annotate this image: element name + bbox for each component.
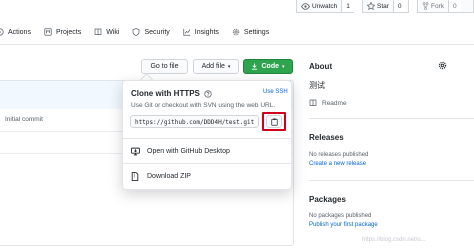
- tab-projects-label: Projects: [55, 28, 82, 36]
- packages-none: No packages published: [309, 213, 372, 219]
- star-count: 0: [392, 0, 406, 12]
- dropdown-divider: [123, 163, 291, 164]
- download-icon: [252, 63, 258, 70]
- tab-projects[interactable]: Projects: [44, 28, 81, 36]
- clone-dropdown: Clone with HTTPS Use SSH Use Git or chec…: [122, 80, 292, 190]
- tab-security-label: Security: [144, 28, 170, 36]
- project-board-icon: [44, 28, 52, 36]
- clone-description: Use Git or checkout with SVN using the w…: [131, 102, 276, 109]
- file-zip-icon: [131, 171, 139, 181]
- chevron-down-icon: ▾: [281, 63, 285, 70]
- use-ssh-link[interactable]: Use SSH: [263, 89, 288, 95]
- unwatch-label: Unwatch: [312, 2, 338, 10]
- eye-icon: [301, 2, 310, 10]
- tab-actions-label: Actions: [8, 28, 31, 36]
- fork-label: Fork: [431, 2, 444, 10]
- question-icon[interactable]: [204, 89, 212, 98]
- add-file-label: Add file: [201, 63, 225, 70]
- packages-title[interactable]: Packages: [309, 195, 346, 204]
- code-button[interactable]: Code ▾: [243, 59, 293, 74]
- fork-button[interactable]: Fork 0: [417, 0, 474, 13]
- repo-nav: Actions Projects Wiki Security Insights …: [0, 23, 282, 41]
- tab-insights-label: Insights: [194, 28, 219, 36]
- watch-count: 1: [341, 0, 354, 12]
- tab-settings[interactable]: Settings: [232, 28, 269, 36]
- clone-url-field[interactable]: https://github.com/DDD4H/test.git: [130, 115, 259, 128]
- releases-title[interactable]: Releases: [309, 133, 344, 142]
- readme-label: Readme: [322, 99, 347, 107]
- about-title: About: [309, 62, 333, 71]
- book-icon: [94, 28, 102, 36]
- publish-package-link[interactable]: Publish your first package: [309, 222, 378, 228]
- chevron-down-icon: ▾: [227, 63, 231, 70]
- copy-url-button[interactable]: [266, 115, 282, 128]
- tab-actions[interactable]: Actions: [0, 28, 31, 36]
- fork-count: 0: [448, 0, 461, 12]
- tab-security[interactable]: Security: [132, 28, 170, 36]
- book-icon: [309, 99, 317, 107]
- open-desktop-item[interactable]: Open with GitHub Desktop: [131, 144, 230, 158]
- commit-message[interactable]: Initial commit: [5, 116, 43, 123]
- download-zip-item[interactable]: Download ZIP: [131, 169, 191, 183]
- gear-icon: [232, 28, 240, 36]
- dropdown-divider: [123, 138, 291, 139]
- play-icon: [0, 28, 4, 36]
- open-desktop-label: Open with GitHub Desktop: [147, 147, 230, 155]
- download-zip-label: Download ZIP: [147, 172, 191, 180]
- desktop-download-icon: [131, 147, 140, 155]
- clipboard-icon: [270, 118, 278, 126]
- nav-divider: [0, 44, 474, 45]
- releases-none: No releases published: [309, 152, 369, 158]
- star-icon: [367, 2, 375, 10]
- readme-link[interactable]: Readme: [309, 99, 347, 107]
- tab-wiki[interactable]: Wiki: [94, 28, 119, 36]
- clone-url-text: https://github.com/DDD4H/test.git: [135, 118, 255, 126]
- go-to-file-label: Go to file: [150, 63, 179, 70]
- unwatch-button[interactable]: Unwatch 1: [296, 0, 354, 13]
- add-file-button[interactable]: Add file ▾: [193, 59, 239, 74]
- clone-title: Clone with HTTPS: [131, 89, 212, 98]
- about-description: 测试: [309, 81, 325, 90]
- code-label: Code: [261, 63, 279, 70]
- shield-icon: [133, 28, 140, 36]
- tab-insights[interactable]: Insights: [183, 28, 219, 36]
- fork-icon: [422, 2, 429, 10]
- sidebar-divider: [309, 180, 474, 181]
- create-release-link[interactable]: Create a new release: [309, 161, 366, 167]
- gear-icon[interactable]: [438, 61, 447, 70]
- go-to-file-button[interactable]: Go to file: [141, 59, 188, 74]
- tab-wiki-label: Wiki: [106, 28, 120, 36]
- watermark: https://blog.csdn.net/u...: [362, 237, 426, 243]
- tab-settings-label: Settings: [243, 28, 270, 36]
- sidebar-divider: [309, 118, 474, 119]
- star-label: Star: [377, 2, 389, 10]
- star-button[interactable]: Star 0: [362, 0, 409, 13]
- graph-icon: [183, 28, 191, 36]
